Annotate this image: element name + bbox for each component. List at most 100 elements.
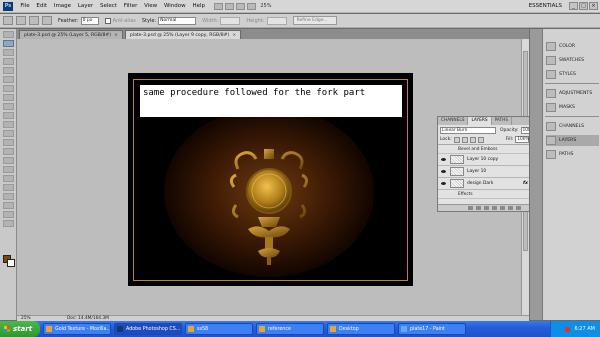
zoom-level-dropdown[interactable]: 25% [260, 3, 271, 9]
dodge-tool-icon[interactable] [3, 148, 14, 155]
menu-select[interactable]: Select [97, 3, 121, 9]
dock-item-channels[interactable]: CHANNELS [546, 121, 599, 132]
adjustment-layer-icon[interactable] [492, 206, 497, 210]
eye-visibility-icon[interactable] [440, 168, 447, 175]
dock-item-swatches[interactable]: SWATCHES [546, 55, 599, 66]
close-tab-icon[interactable]: × [232, 33, 236, 38]
add-to-selection-icon[interactable] [29, 16, 39, 25]
taskbar-item-photoshop[interactable]: Adobe Photoshop CS... [114, 323, 182, 335]
layer-row[interactable]: design Dark fx [438, 178, 538, 190]
lock-transparency-icon[interactable] [453, 136, 460, 143]
layer-fx-icon[interactable]: fx [523, 181, 528, 186]
healing-brush-tool-icon[interactable] [3, 85, 14, 92]
document-tab[interactable]: plate-3.psd @ 25% (Layer 5, RGB/8#) × [19, 30, 123, 39]
close-tab-icon[interactable]: × [114, 33, 118, 38]
path-selection-tool-icon[interactable] [3, 175, 14, 182]
document-tab-active[interactable]: plate-3.psd @ 25% (Layer 9 copy, RGB/8#)… [124, 30, 242, 39]
dock-item-masks[interactable]: MASKS [546, 102, 599, 113]
dock-item-layers[interactable]: LAYERS [546, 135, 599, 146]
add-style-icon[interactable] [476, 206, 481, 210]
minimize-button[interactable]: _ [569, 2, 578, 10]
eye-visibility-icon[interactable] [440, 180, 447, 187]
menu-filter[interactable]: Filter [120, 3, 140, 9]
3d-orbit-tool-icon[interactable] [3, 202, 14, 209]
menu-help[interactable]: Help [189, 3, 208, 9]
document-canvas[interactable]: same procedure followed for the fork par… [128, 73, 413, 286]
new-group-icon[interactable] [500, 206, 505, 210]
layer-effect-row[interactable]: Bevel and Emboss [438, 145, 538, 154]
lock-all-icon[interactable] [477, 136, 484, 143]
style-select[interactable]: Normal [158, 16, 197, 25]
dock-item-styles[interactable]: STYLES [546, 69, 599, 80]
subtract-from-selection-icon[interactable] [42, 16, 52, 25]
tab-layers[interactable]: LAYERS [468, 117, 492, 125]
taskbar-item-paint[interactable]: plate17 - Paint [398, 323, 466, 335]
menu-image[interactable]: Image [50, 3, 74, 9]
menu-file[interactable]: File [17, 3, 33, 9]
zoom-tool-icon[interactable] [3, 220, 14, 227]
marquee-tool-icon[interactable] [3, 40, 14, 47]
3d-rotate-tool-icon[interactable] [3, 193, 14, 200]
layer-row[interactable]: Layer 10 [438, 166, 538, 178]
add-mask-icon[interactable] [484, 206, 489, 210]
taskbar-item-folder[interactable]: reference [256, 323, 324, 335]
crop-tool-icon[interactable] [3, 67, 14, 74]
mini-bridge-icon[interactable] [225, 2, 235, 10]
lasso-tool-icon[interactable] [3, 49, 14, 56]
trash-icon[interactable] [516, 206, 521, 210]
dock-item-color[interactable]: COLOR [546, 41, 599, 52]
menu-layer[interactable]: Layer [74, 3, 96, 9]
type-tool-icon[interactable] [3, 166, 14, 173]
lock-position-icon[interactable] [469, 136, 476, 143]
move-tool-icon[interactable] [3, 31, 14, 38]
collapsed-panel-strip[interactable] [529, 29, 542, 320]
start-button[interactable]: start [0, 321, 40, 337]
dock-item-adjustments[interactable]: ADJUSTMENTS [546, 88, 599, 99]
pen-tool-icon[interactable] [3, 157, 14, 164]
eye-visibility-icon[interactable] [440, 156, 447, 163]
eyedropper-tool-icon[interactable] [3, 76, 14, 83]
new-layer-icon[interactable] [508, 206, 513, 210]
clock[interactable]: 6:27 AM [574, 326, 595, 332]
close-button[interactable]: × [589, 2, 598, 10]
fill-input[interactable]: 100% [515, 136, 530, 143]
gradient-tool-icon[interactable] [3, 130, 14, 137]
menu-window[interactable]: Window [161, 3, 189, 9]
menu-edit[interactable]: Edit [33, 3, 50, 9]
hand-tool-icon[interactable] [236, 2, 246, 10]
shape-tool-icon[interactable] [3, 184, 14, 191]
lock-pixels-icon[interactable] [461, 136, 468, 143]
blur-tool-icon[interactable] [3, 139, 14, 146]
new-selection-icon[interactable] [16, 16, 26, 25]
taskbar-item-folder[interactable]: Desktop [327, 323, 395, 335]
zoom-tool-icon[interactable] [247, 2, 257, 10]
dock-item-paths[interactable]: PATHS [546, 149, 599, 160]
link-layers-icon[interactable] [468, 206, 473, 210]
workspace-switcher[interactable]: ESSENTIALS [529, 3, 562, 9]
hand-tool-icon[interactable] [3, 211, 14, 218]
eraser-tool-icon[interactable] [3, 121, 14, 128]
clone-stamp-tool-icon[interactable] [3, 103, 14, 110]
tools-panel [0, 29, 17, 320]
marquee-tool-preset-icon[interactable] [3, 16, 13, 25]
history-brush-tool-icon[interactable] [3, 112, 14, 119]
background-color-swatch[interactable] [7, 259, 15, 267]
blend-mode-select[interactable]: Linear Burn [440, 126, 496, 134]
height-input[interactable] [266, 16, 287, 25]
layer-effects-row[interactable]: Effects [438, 190, 538, 199]
tab-channels[interactable]: CHANNELS [438, 117, 469, 125]
brush-tool-icon[interactable] [3, 94, 14, 101]
refine-edge-button[interactable]: Refine Edge... [292, 16, 337, 25]
antialias-checkbox[interactable] [104, 17, 111, 24]
menu-view[interactable]: View [141, 3, 161, 9]
tab-paths[interactable]: PATHS [492, 117, 513, 125]
maximize-button[interactable]: □ [579, 2, 588, 10]
taskbar-item-firefox[interactable]: Gold Texture - Mozilla... [43, 323, 111, 335]
width-input[interactable] [220, 16, 241, 25]
taskbar-item-folder[interactable]: ss58 [185, 323, 253, 335]
quick-selection-tool-icon[interactable] [3, 58, 14, 65]
feather-input[interactable]: 0 px [80, 16, 99, 25]
bridge-icon[interactable] [214, 2, 224, 10]
layer-row[interactable]: Layer 10 copy [438, 154, 538, 166]
security-alert-icon[interactable] [565, 326, 571, 332]
